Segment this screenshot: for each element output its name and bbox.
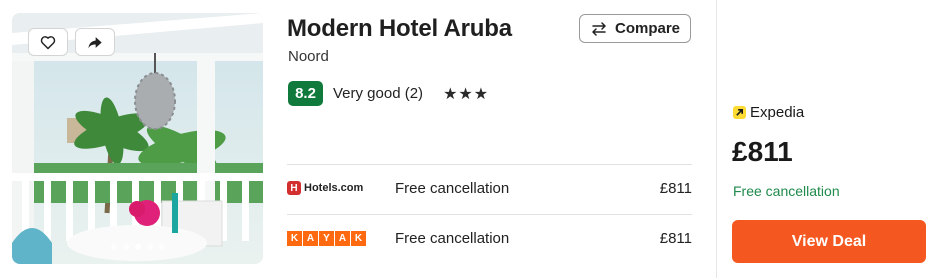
favorite-button[interactable] [28, 28, 68, 56]
provider-name: Expedia [750, 104, 805, 121]
offer-cancellation: Free cancellation [395, 229, 510, 247]
share-button[interactable] [75, 28, 115, 56]
best-price: £811 [732, 136, 793, 167]
hotels-com-icon: H [287, 181, 301, 195]
gallery-dot[interactable] [146, 244, 153, 250]
gallery-dot-active[interactable] [134, 244, 141, 250]
offer-divider [287, 214, 692, 215]
hotel-result-card[interactable]: Modern Hotel Aruba Noord Compare 8.2 Ver… [0, 0, 940, 278]
offer-divider [287, 164, 692, 165]
share-arrow-icon [88, 36, 102, 48]
hotel-name[interactable]: Modern Hotel Aruba [287, 15, 512, 43]
review-rating-text[interactable]: Very good (2) [333, 85, 423, 102]
panel-separator [716, 0, 717, 278]
gallery-dot[interactable] [122, 244, 129, 250]
rating-row: 8.2 Very good (2) ★★★ [288, 81, 489, 106]
compare-arrows-icon [592, 21, 606, 36]
best-offer-provider: Expedia [733, 104, 804, 121]
view-deal-button[interactable]: View Deal [732, 220, 926, 263]
expedia-icon [733, 106, 746, 119]
best-offer-cancellation: Free cancellation [733, 183, 840, 199]
hotel-photo[interactable] [12, 13, 263, 264]
offer-price: £811 [659, 179, 692, 197]
offer-row-kayak[interactable]: KAYAK Free cancellation £811 [287, 223, 692, 253]
star-rating: ★★★ [443, 85, 490, 103]
gallery-dots [12, 244, 263, 250]
heart-icon [40, 35, 56, 49]
hotels-com-logo: H Hotels.com [287, 178, 382, 198]
offer-price: £811 [659, 229, 692, 247]
kayak-logo: KAYAK [287, 228, 382, 248]
offer-cancellation: Free cancellation [395, 179, 510, 197]
compare-label: Compare [614, 20, 681, 37]
review-score-badge: 8.2 [288, 81, 323, 106]
compare-button[interactable]: Compare [579, 14, 691, 43]
gallery-dot[interactable] [110, 244, 117, 250]
hotel-location: Noord [288, 48, 329, 65]
offer-row-hotels-com[interactable]: H Hotels.com Free cancellation £811 [287, 173, 692, 203]
gallery-dot[interactable] [158, 244, 165, 250]
